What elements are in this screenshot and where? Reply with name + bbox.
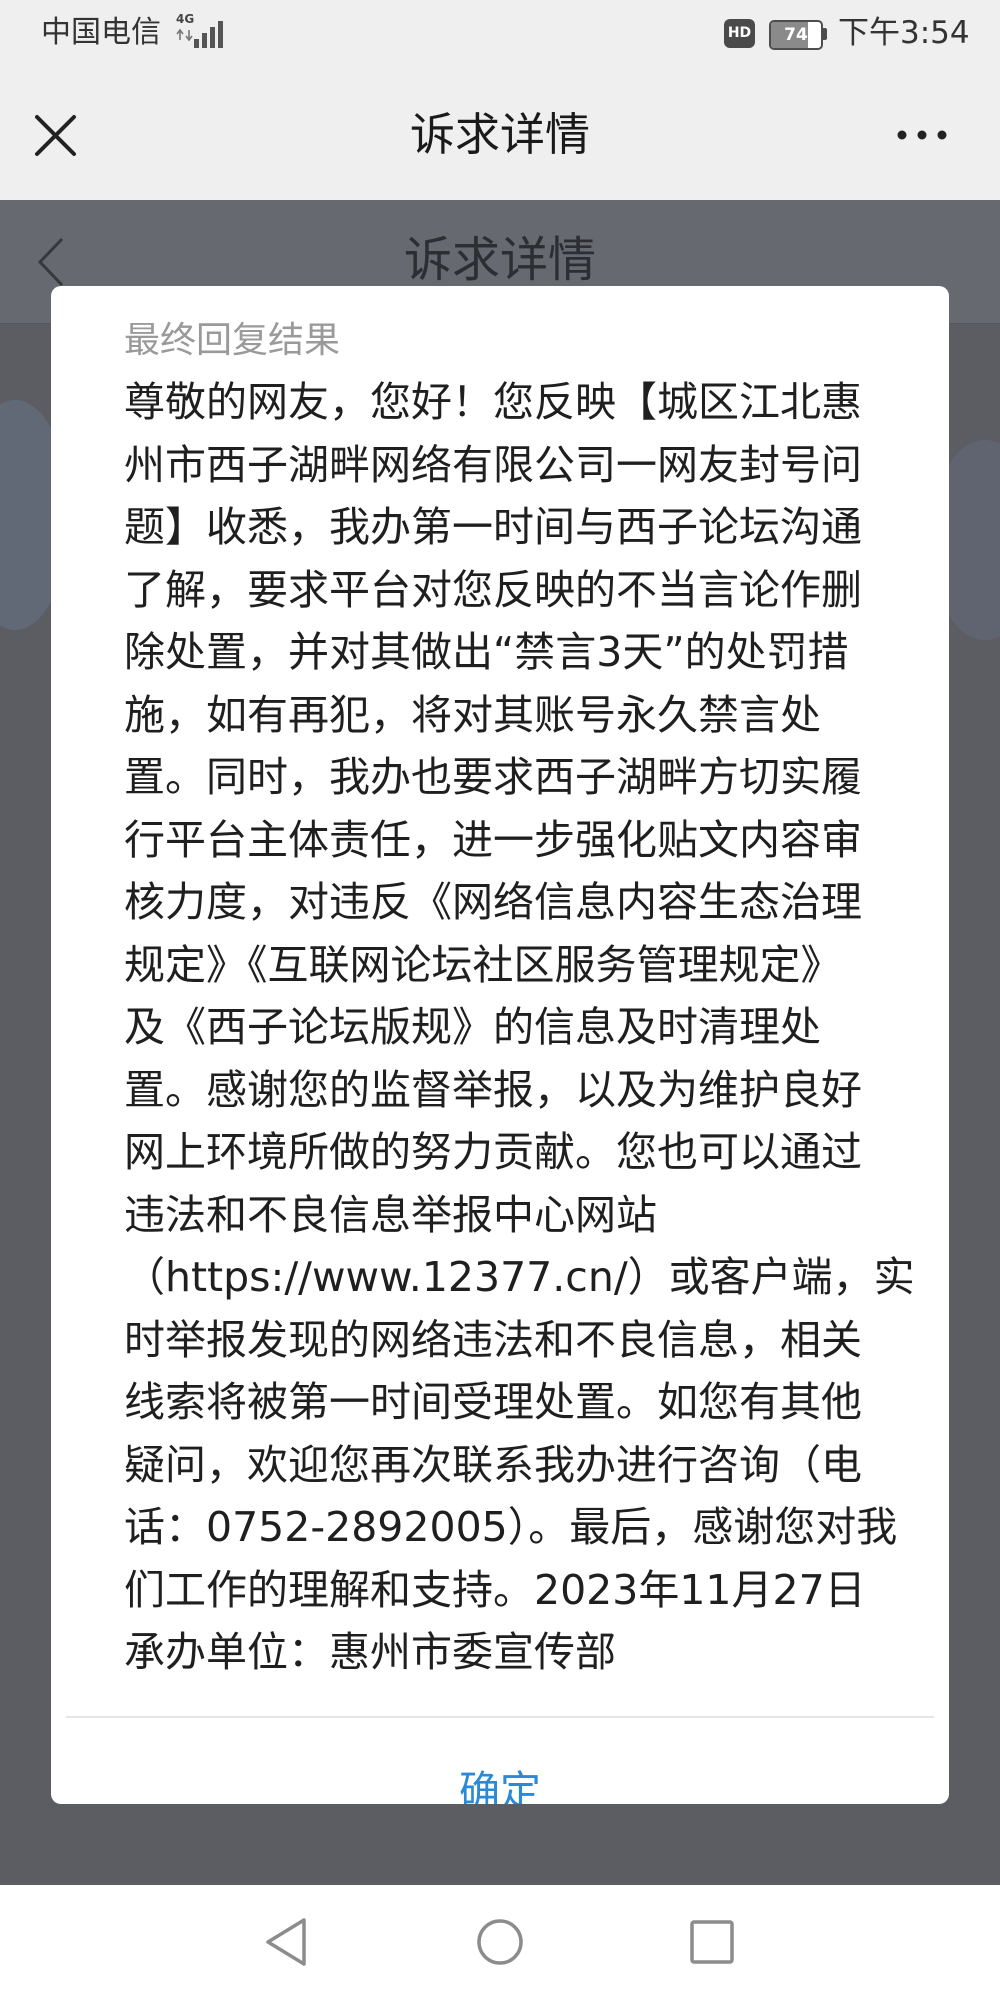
confirm-button[interactable]: 确定 xyxy=(51,1718,949,1804)
dialog-title: 最终回复结果 xyxy=(124,320,341,361)
dialog-body-line: 尊敬的网友，您好！您反映【城区江北惠 xyxy=(124,378,862,426)
network-type: 4G xyxy=(176,12,195,26)
signal-icon xyxy=(194,21,223,48)
dialog-body-line: 及《西子论坛版规》的信息及时清理处 xyxy=(124,1003,821,1051)
dialog-body-line: 网上环境所做的努力贡献。您也可以通过 xyxy=(124,1128,862,1176)
reply-dialog: 最终回复结果 尊敬的网友，您好！您反映【城区江北惠 州市西子湖畔网络有限公司一网友… xyxy=(51,286,949,1804)
carrier-name: 中国电信 xyxy=(41,15,161,50)
dialog-body-line: 施，如有再犯，将对其账号永久禁言处 xyxy=(124,690,821,739)
app-header: 诉求详情 xyxy=(0,69,1000,200)
nav-back-button[interactable] xyxy=(254,1910,318,1974)
dialog-body-line: 们工作的理解和支持。2023年11月27日 xyxy=(124,1565,866,1614)
dialog-body-line: 题】收悉，我办第一时间与西子论坛沟通 xyxy=(124,503,862,551)
dialog-body: 尊敬的网友，您好！您反映【城区江北惠 州市西子湖畔网络有限公司一网友封号问 题】收悉… xyxy=(124,371,949,1684)
home-circle-icon xyxy=(477,1919,523,1965)
system-nav-bar xyxy=(0,1885,1000,2000)
nav-home-button[interactable] xyxy=(468,1910,532,1974)
dialog-body-line: 违法和不良信息举报中心网站 xyxy=(124,1190,657,1239)
data-arrows-icon xyxy=(176,28,193,42)
dialog-body-line: 核力度，对违反《网络信息内容生态治理 xyxy=(124,878,862,926)
dialog-body-line: （https://www.12377.cn/）或客户端，实 xyxy=(124,1253,915,1301)
dialog-body-line: 疑问，欢迎您再次联系我办进行咨询（电 xyxy=(124,1440,862,1489)
more-icon xyxy=(897,130,947,140)
battery-level: 74 xyxy=(784,25,808,45)
battery-icon: 74 xyxy=(769,20,823,50)
dialog-body-line: 话：0752-2892005）。最后，感谢您对我 xyxy=(124,1503,898,1551)
dialog-body-line: 置。感谢您的监督举报，以及为维护良好 xyxy=(124,1065,862,1114)
more-button[interactable] xyxy=(892,113,952,157)
battery-tip xyxy=(823,28,827,40)
dialog-body-line: 行平台主体责任，进一步强化贴文内容审 xyxy=(124,815,862,864)
dialog-body-line: 规定》《互联网论坛社区服务管理规定》 xyxy=(124,940,842,989)
dialog-body-line: 除处置，并对其做出“禁言3天”的处罚措 xyxy=(124,628,849,676)
dialog-body-line: 承办单位：惠州市委宣传部 xyxy=(124,1628,616,1676)
status-bar: 中国电信 4G HD 74 下午3:54 xyxy=(0,0,1000,69)
close-button[interactable] xyxy=(30,111,80,161)
nav-recents-button[interactable] xyxy=(680,1910,744,1974)
dialog-body-line: 州市西子湖畔网络有限公司一网友封号问 xyxy=(124,440,862,489)
dialog-body-line: 线索将被第一时间受理处置。如您有其他 xyxy=(124,1378,862,1426)
page-title: 诉求详情 xyxy=(409,108,590,161)
clock: 下午3:54 xyxy=(838,15,970,51)
dialog-body-line: 时举报发现的网络违法和不良信息，相关 xyxy=(124,1315,862,1364)
recents-square-icon xyxy=(690,1920,734,1964)
dialog-body-line: 置。同时，我办也要求西子湖畔方切实履 xyxy=(124,753,862,801)
dialog-body-line: 了解，要求平台对您反映的不当言论作删 xyxy=(124,565,862,614)
back-triangle-icon xyxy=(266,1918,306,1966)
hd-badge: HD xyxy=(724,19,755,48)
close-icon xyxy=(35,115,76,156)
